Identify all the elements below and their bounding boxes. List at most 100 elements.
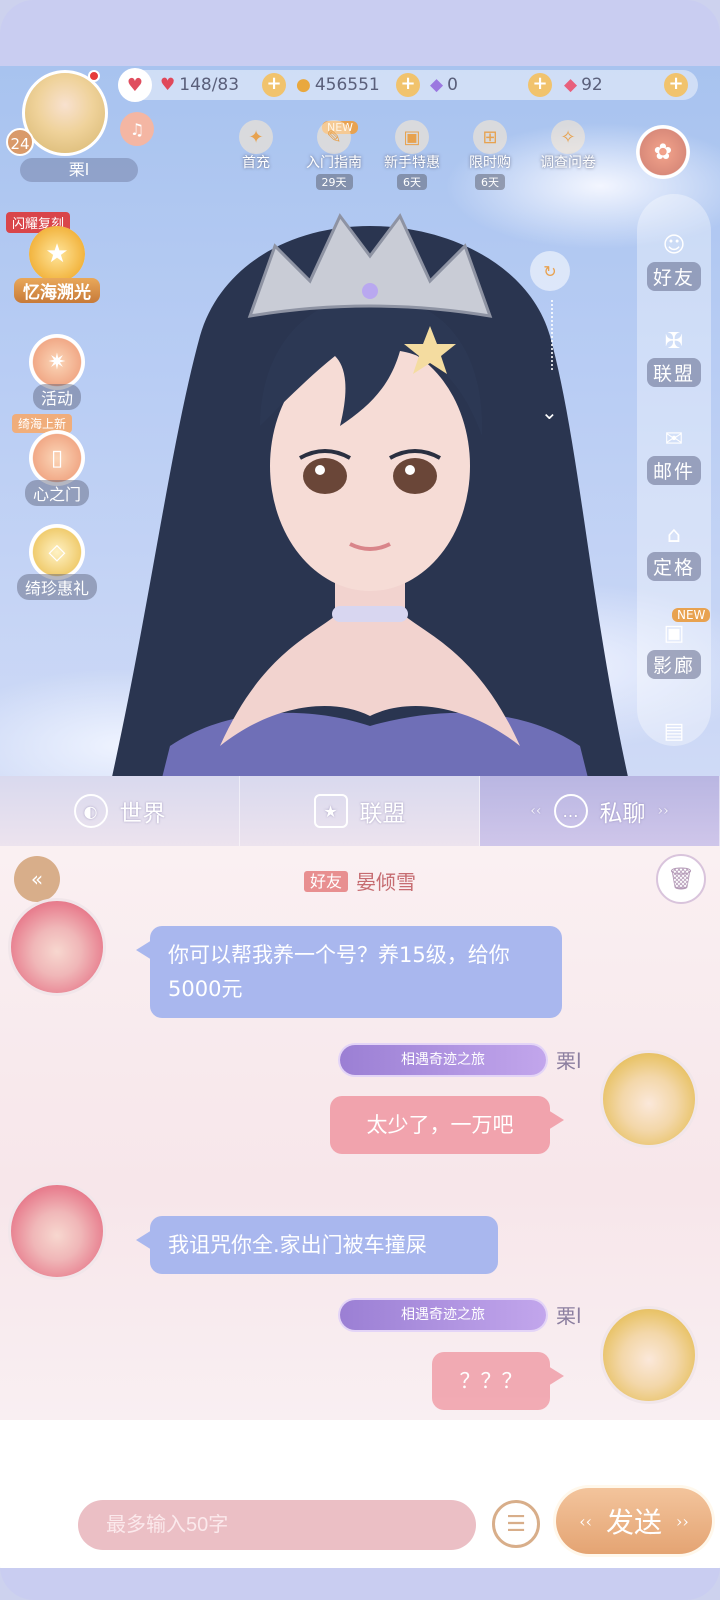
message-bubble: 我诅咒你全.家出门被车撞屎 (136, 1216, 498, 1274)
friend-tag: 好友 (303, 871, 348, 892)
heart-button[interactable]: ♥ (118, 68, 152, 102)
yihai-label: 忆海溯光 (14, 278, 100, 303)
chevron-right-icon: ›› (657, 803, 669, 819)
diamond-value: 0 (447, 75, 458, 95)
music-note-icon: ♫ (129, 119, 145, 139)
crystal-value: 92 (581, 75, 603, 95)
mail-button[interactable]: ✉ 邮件 (637, 420, 711, 485)
floppy-icon: ▤ (663, 718, 685, 744)
add-gold-button[interactable]: + (396, 73, 420, 97)
my-avatar[interactable] (600, 1050, 698, 1148)
delete-chat-button[interactable]: 🗑 (656, 854, 706, 904)
gold-stat: ● 456551 (296, 72, 380, 98)
flower-icon: ✿ (653, 139, 673, 165)
player-level: 24 (6, 128, 34, 156)
player-avatar[interactable] (22, 70, 108, 156)
menu-limited-buy[interactable]: ⊞ 限时购 6天 (454, 120, 526, 190)
send-label: 发送 (605, 1506, 662, 1539)
notification-dot (88, 70, 100, 82)
add-crystal-button[interactable]: + (664, 73, 688, 97)
menu-label: 首充 (242, 155, 270, 171)
activity-button[interactable]: ✷ 活动 (12, 334, 102, 410)
menu-label: 新手特惠 (384, 155, 440, 171)
pose-button[interactable]: ↻ (530, 251, 570, 291)
menu-newbie-deal[interactable]: ▣ 新手特惠 6天 (376, 120, 448, 190)
tab-label: 私聊 (599, 801, 646, 827)
tab-private[interactable]: ‹‹ … 私聊 ›› (480, 776, 720, 846)
present-box-icon: ⊞ (473, 120, 507, 154)
player-name: 栗l (20, 158, 138, 182)
menu-first-charge[interactable]: ✦ 首充 (220, 120, 292, 172)
pink-crystal-icon: ◆ (564, 75, 578, 95)
menu-guide[interactable]: ✎ 入门指南 29天 (298, 120, 370, 190)
friend-label: 好友 (646, 262, 701, 291)
gold-value: 456551 (314, 75, 380, 95)
bottom-strip (0, 1568, 720, 1600)
partner-avatar[interactable] (8, 898, 106, 996)
jewel-offer-button[interactable]: ◇ 绮珍惠礼 (12, 524, 102, 600)
list-icon: ☰ (506, 1511, 526, 1537)
chevron-left-icon: ‹‹ (530, 803, 542, 819)
tab-alliance[interactable]: ★ 联盟 (240, 776, 480, 846)
user-name: 栗l (556, 1304, 582, 1328)
jewel-offer-label: 绮珍惠礼 (16, 574, 97, 600)
rotate-icon: ↻ (543, 261, 557, 281)
menu-sub: 6天 (397, 174, 427, 190)
diamond-icon: ◆ (430, 75, 444, 95)
my-avatar[interactable] (600, 1306, 698, 1404)
diamond-stat: ◆ 0 (430, 72, 458, 98)
user-title-badge: 相遇奇迹之旅 (340, 1300, 546, 1330)
menu-label: 调查问卷 (540, 155, 596, 171)
message-input[interactable] (78, 1500, 476, 1550)
activity-label: 活动 (32, 384, 81, 410)
yihai-button[interactable]: ★ 忆海溯光 (14, 226, 100, 303)
user-title-badge: 相遇奇迹之旅 (340, 1045, 546, 1075)
alliance-button[interactable]: ✠ 联盟 (637, 322, 711, 387)
shield-star-icon: ★ (313, 794, 348, 828)
heart-icon: ♥ (126, 74, 144, 96)
chat-title: 好友 晏倾雪 (0, 866, 720, 895)
freeze-frame-button[interactable]: ⌂ 定格 (637, 516, 711, 581)
user-name: 栗l (556, 1049, 582, 1073)
slider-track[interactable] (551, 300, 553, 370)
crystal-stat: ◆ 92 (564, 72, 603, 98)
add-stamina-button[interactable]: + (262, 73, 286, 97)
app-frame: 24 栗l ♥ ♥ 148/83 + ● 456551 + ◆ 0 + ◆ 92… (0, 0, 720, 1600)
heart-gate-button[interactable]: ▯ 心之门 (12, 430, 102, 506)
gallery-button[interactable]: ▣ 影廊 (637, 614, 711, 679)
add-diamond-button[interactable]: + (528, 73, 552, 97)
gold-cat-icon: ● (296, 75, 311, 95)
partner-avatar[interactable] (8, 1182, 106, 1280)
message-bubble: ？？？ (432, 1352, 564, 1410)
menu-survey[interactable]: ✧ 调查问卷 (532, 120, 604, 172)
chat-bubble-icon: … (553, 794, 588, 828)
save-button[interactable]: ▤ (637, 712, 711, 750)
main-menu-button[interactable]: ✿ (636, 125, 690, 179)
sparkle-icon: ✷ (29, 334, 85, 390)
tab-world[interactable]: ◐ 世界 (0, 776, 240, 846)
camera-icon: ▣ (663, 620, 685, 646)
music-button[interactable]: ♫ (120, 112, 154, 146)
gallery-label: 影廊 (646, 650, 701, 679)
tab-label: 世界 (119, 801, 166, 827)
trash-icon: 🗑 (667, 866, 695, 892)
quick-phrase-button[interactable]: ☰ (492, 1500, 540, 1548)
guide-book-icon: ✎ (317, 120, 351, 154)
friend-button[interactable]: ☺ 好友 (637, 226, 711, 291)
partner-name: 晏倾雪 (356, 870, 416, 894)
menu-sub: 29天 (315, 174, 353, 190)
menu-label: 入门指南 (306, 155, 362, 171)
jewel-icon: ◇ (29, 524, 85, 580)
stamina-value: 148/83 (179, 75, 240, 95)
home-icon: ⌂ (667, 522, 681, 548)
freeze-frame-label: 定格 (646, 552, 701, 581)
mail-label: 邮件 (646, 456, 701, 485)
stamina-stat: ♥ 148/83 (160, 72, 239, 98)
menu-label: 限时购 (469, 155, 511, 171)
send-button[interactable]: ‹‹ 发送 ›› (556, 1488, 712, 1554)
mail-icon: ✉ (664, 426, 684, 452)
heart-gate-label: 心之门 (24, 480, 89, 506)
chat-channel-tabs: ◐ 世界 ★ 联盟 ‹‹ … 私聊 ›› (0, 776, 720, 846)
chevron-down-icon[interactable]: ⌄ (541, 400, 558, 424)
tab-label: 联盟 (359, 801, 406, 827)
